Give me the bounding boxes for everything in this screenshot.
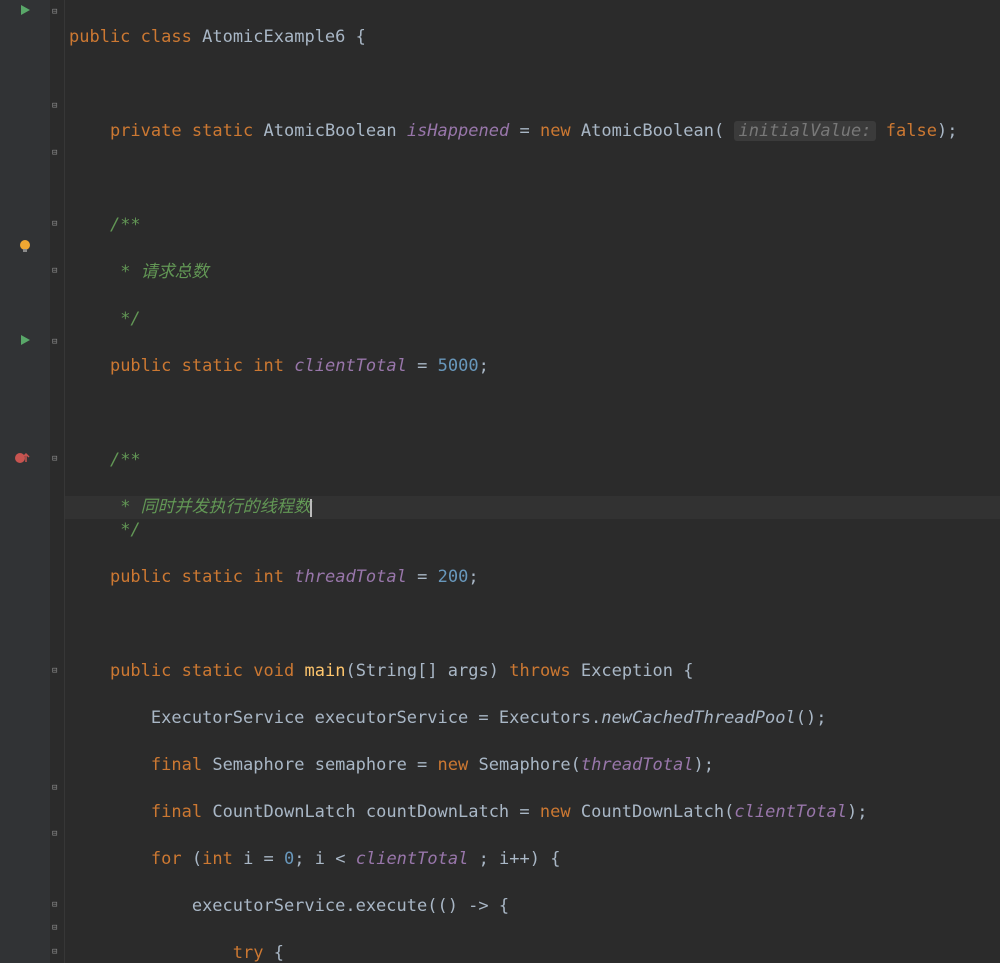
code-line[interactable]: public static void main(String[] args) t…: [69, 660, 1000, 684]
code-line[interactable]: try {: [69, 942, 1000, 963]
code-line-current[interactable]: * 同时并发执行的线程数: [65, 496, 1000, 520]
fold-marker-icon[interactable]: ⊟: [52, 924, 61, 933]
text-caret: [310, 499, 312, 517]
code-line[interactable]: ExecutorService executorService = Execut…: [69, 707, 1000, 731]
run-method-icon[interactable]: [0, 334, 50, 346]
code-line[interactable]: public class AtomicExample6 {: [69, 26, 1000, 50]
code-line[interactable]: [69, 402, 1000, 426]
code-area[interactable]: public class AtomicExample6 { private st…: [65, 0, 1000, 963]
run-class-icon[interactable]: [0, 4, 50, 16]
fold-marker-icon[interactable]: ⊟: [52, 830, 61, 839]
code-line[interactable]: for (int i = 0; i < clientTotal ; i++) {: [69, 848, 1000, 872]
code-line[interactable]: executorService.execute(() -> {: [69, 895, 1000, 919]
fold-marker-icon[interactable]: ⊟: [52, 948, 61, 957]
code-line[interactable]: private static AtomicBoolean isHappened …: [69, 120, 1000, 144]
code-line[interactable]: final CountDownLatch countDownLatch = ne…: [69, 801, 1000, 825]
fold-column: ⊟ ⊟ ⊟ ⊟ ⊟ ⊟ ⊟ ⊟ ⊟ ⊟ ⊟ ⊟ ⊟: [50, 0, 65, 963]
editor-gutter: [0, 0, 50, 963]
fold-marker-icon[interactable]: ⊟: [52, 901, 61, 910]
code-line[interactable]: public static int clientTotal = 5000;: [69, 355, 1000, 379]
code-editor[interactable]: ⊟ ⊟ ⊟ ⊟ ⊟ ⊟ ⊟ ⊟ ⊟ ⊟ ⊟ ⊟ ⊟ public class A…: [0, 0, 1000, 963]
code-line[interactable]: [69, 613, 1000, 637]
parameter-hint: initialValue:: [734, 121, 875, 141]
code-line[interactable]: [69, 167, 1000, 191]
code-line[interactable]: /**: [69, 449, 1000, 473]
code-line[interactable]: [69, 73, 1000, 97]
code-line[interactable]: * 请求总数: [69, 261, 1000, 285]
fold-marker-icon[interactable]: ⊟: [52, 338, 61, 347]
fold-marker-icon[interactable]: ⊟: [52, 784, 61, 793]
code-line[interactable]: */: [69, 519, 1000, 543]
intention-bulb-icon[interactable]: [0, 239, 50, 253]
fold-marker-icon[interactable]: ⊟: [52, 102, 61, 111]
code-line[interactable]: public static int threadTotal = 200;: [69, 566, 1000, 590]
fold-marker-icon[interactable]: ⊟: [52, 8, 61, 17]
fold-marker-icon[interactable]: ⊟: [52, 267, 61, 276]
code-line[interactable]: final Semaphore semaphore = new Semaphor…: [69, 754, 1000, 778]
fold-marker-icon[interactable]: ⊟: [52, 220, 61, 229]
fold-marker-icon[interactable]: ⊟: [52, 455, 61, 464]
fold-marker-icon[interactable]: ⊟: [52, 667, 61, 676]
breakpoint-icon[interactable]: [0, 451, 48, 465]
code-line[interactable]: /**: [69, 214, 1000, 238]
fold-marker-icon[interactable]: ⊟: [52, 149, 61, 158]
code-line[interactable]: */: [69, 308, 1000, 332]
